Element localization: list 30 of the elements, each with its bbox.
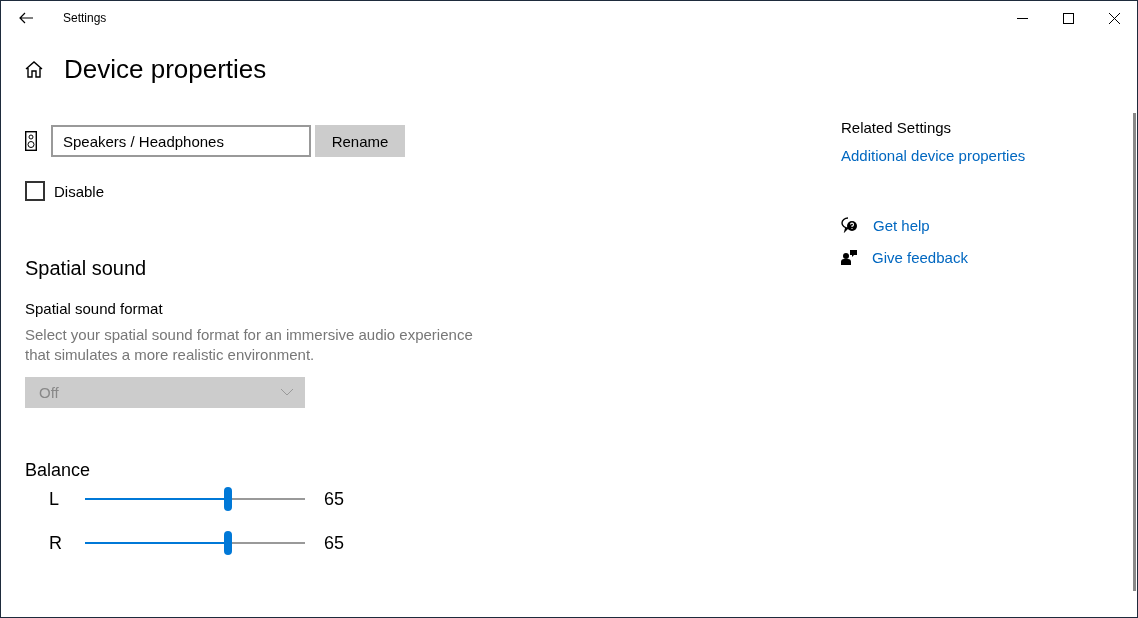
section-heading: Spatial sound	[25, 257, 148, 280]
related-link[interactable]: Additional device properties	[841, 147, 1026, 164]
back-arrow-icon[interactable]	[19, 12, 33, 24]
help-icon	[841, 217, 858, 233]
device-name-field[interactable]: Speakers / Headphones	[51, 125, 311, 157]
slider-thumb[interactable]	[224, 531, 232, 555]
chevron-icon	[281, 389, 293, 396]
balance-value: 65	[324, 488, 345, 510]
feedback-link[interactable]: Give feedback	[872, 248, 968, 266]
related-heading: Related Settings	[841, 119, 953, 136]
balance-value: 65	[324, 532, 345, 554]
disable-checkbox[interactable]	[25, 181, 45, 201]
help-link[interactable]: Get help	[873, 216, 930, 234]
rename-button[interactable]: Rename	[315, 125, 405, 157]
page-title: Device properties	[64, 53, 267, 85]
feedback-icon	[841, 249, 857, 265]
window-title: Settings	[63, 11, 108, 25]
scrollbar[interactable]	[1133, 113, 1136, 591]
checkbox-label: Disable	[54, 182, 105, 200]
channel-label: R	[48, 532, 63, 554]
minimize-icon[interactable]	[1016, 17, 1028, 19]
field-label: Spatial sound format	[25, 300, 164, 317]
home-icon[interactable]	[25, 60, 43, 78]
maximize-icon[interactable]	[1062, 12, 1074, 24]
speaker-icon	[25, 131, 37, 151]
section-heading: Balance	[25, 460, 92, 481]
description: Select your spatial sound format for an immersive audio experience that simulates a more realistic environment.	[25, 325, 474, 365]
close-icon[interactable]	[1108, 12, 1120, 24]
channel-label: L	[48, 488, 60, 510]
slider-thumb[interactable]	[224, 487, 232, 511]
